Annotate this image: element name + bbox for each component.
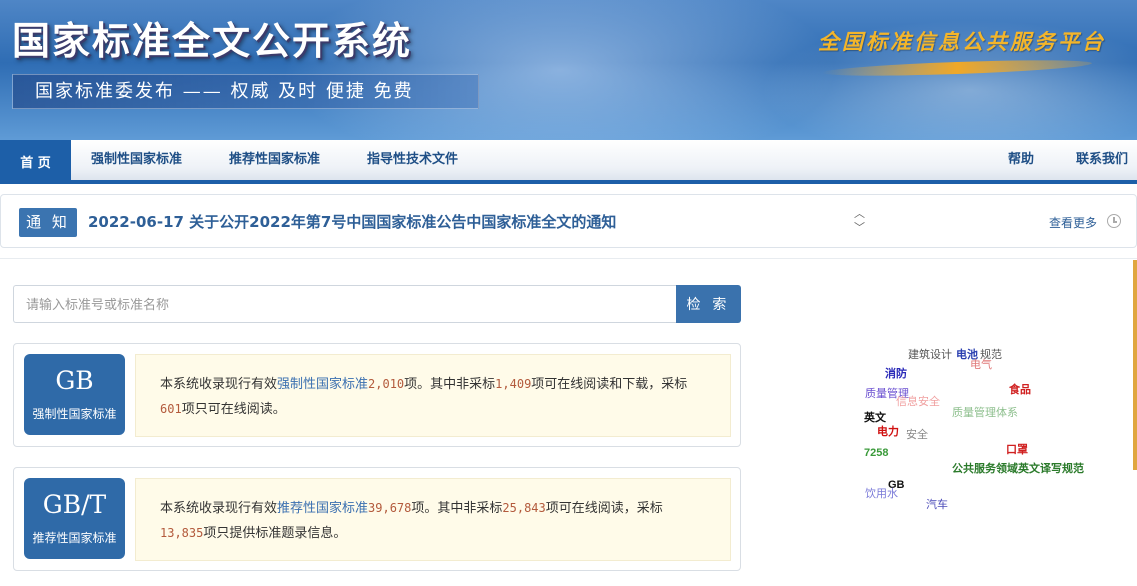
notice-bar: 通 知 2022-06-17 关于公开2022年第7号中国国家标准公告中国家标准… [0, 194, 1137, 248]
chevron-down-icon[interactable]: ﹀ [854, 221, 865, 235]
gb-badge[interactable]: GB 强制性国家标准 [24, 354, 125, 435]
tag-item[interactable]: 安全 [906, 426, 928, 442]
notice-badge: 通 知 [19, 208, 77, 237]
tag-item[interactable]: 电力 [877, 423, 899, 439]
gb-desc-mid1: 项。其中非采标 [404, 377, 496, 392]
nav-home[interactable]: 首 页 [0, 140, 71, 180]
hot-tags-cloud: 建筑设计 电池 规范 电气 消防 食品 质量管理 信息安全 质量管理体系 英文 … [855, 338, 1115, 518]
chevron-up-icon[interactable]: ︿ [854, 207, 865, 221]
gb-description: 本系统收录现行有效强制性国家标准2,010项。其中非采标1,409项可在线阅读和… [135, 354, 731, 437]
clock-icon [1107, 214, 1121, 228]
gbt-desc-prefix: 本系统收录现行有效 [160, 501, 278, 516]
tag-item[interactable]: 7258 [864, 447, 888, 459]
gb-label: 强制性国家标准 [32, 407, 117, 421]
side-widget-edge[interactable] [1133, 260, 1137, 470]
tag-item[interactable]: 电气 [970, 356, 992, 372]
gbt-label: 推荐性国家标准 [32, 531, 117, 545]
gbt-adopt-count: 13,835 [160, 526, 204, 540]
gb-desc-suffix: 项只可在线阅读。 [181, 402, 286, 417]
gbt-nonadopt-count: 25,843 [502, 501, 546, 515]
tag-item[interactable]: 口罩 [1006, 441, 1028, 457]
gb-desc-prefix: 本系统收录现行有效 [160, 377, 278, 392]
nav-contact[interactable]: 联系我们 [1076, 140, 1128, 180]
nav-guiding[interactable]: 指导性技术文件 [367, 140, 458, 180]
gbt-desc-suffix: 项只提供标准题录信息。 [203, 526, 347, 541]
gbt-desc-mid2: 项可在线阅读，采标 [545, 501, 663, 516]
gb-total: 2,010 [368, 377, 405, 391]
tag-item[interactable]: 信息安全 [896, 393, 940, 409]
notice-scroll-control[interactable]: ︿ ﹀ [854, 207, 865, 235]
gbt-code: GB/T [42, 490, 107, 519]
gb-card: GB 强制性国家标准 本系统收录现行有效强制性国家标准2,010项。其中非采标1… [13, 343, 741, 447]
platform-logo-text[interactable]: 全国标准信息公共服务平台 [818, 26, 1106, 56]
gbt-badge[interactable]: GB/T 推荐性国家标准 [24, 478, 125, 559]
tag-item[interactable]: 质量管理体系 [952, 404, 1018, 420]
search-button[interactable]: 检 索 [676, 285, 741, 323]
gbt-description: 本系统收录现行有效推荐性国家标准39,678项。其中非采标25,843项可在线阅… [135, 478, 731, 561]
slogan: 国家标准委发布 —— 权威 及时 便捷 免费 [12, 74, 479, 109]
site-title: 国家标准全文公开系统 [12, 19, 413, 63]
gb-adopt-count: 601 [160, 402, 182, 416]
main-nav: 首 页 强制性国家标准 推荐性国家标准 指导性技术文件 帮助 联系我们 [0, 140, 1137, 184]
search-input[interactable] [13, 285, 677, 323]
gbt-total: 39,678 [368, 501, 412, 515]
gb-desc-mid2: 项可在线阅读和下载，采标 [531, 377, 688, 392]
gbt-link[interactable]: 推荐性国家标准 [277, 501, 368, 516]
tag-item[interactable]: 饮用水 [865, 485, 898, 501]
view-more-link[interactable]: 查看更多 [1049, 214, 1097, 231]
gbt-desc-mid1: 项。其中非采标 [411, 501, 503, 516]
tag-item[interactable]: 消防 [885, 365, 907, 381]
tag-item[interactable]: 食品 [1009, 381, 1031, 397]
notice-link[interactable]: 2022-06-17 关于公开2022年第7号中国国家标准公告中国家标准全文的通… [88, 211, 616, 232]
tag-item[interactable]: 建筑设计 [908, 346, 952, 362]
gbt-card: GB/T 推荐性国家标准 本系统收录现行有效推荐性国家标准39,678项。其中非… [13, 467, 741, 571]
header-banner: 国家标准全文公开系统 国家标准委发布 —— 权威 及时 便捷 免费 全国标准信息… [0, 0, 1137, 140]
nav-help[interactable]: 帮助 [1008, 140, 1034, 180]
gb-code: GB [55, 366, 94, 395]
divider [0, 258, 1137, 259]
tag-item[interactable]: 汽车 [926, 496, 948, 512]
nav-recommended[interactable]: 推荐性国家标准 [229, 140, 320, 180]
gb-nonadopt-count: 1,409 [495, 377, 532, 391]
gb-link[interactable]: 强制性国家标准 [277, 377, 368, 392]
tag-item[interactable]: 公共服务领域英文译写规范 [952, 460, 1084, 476]
nav-mandatory[interactable]: 强制性国家标准 [91, 140, 182, 180]
